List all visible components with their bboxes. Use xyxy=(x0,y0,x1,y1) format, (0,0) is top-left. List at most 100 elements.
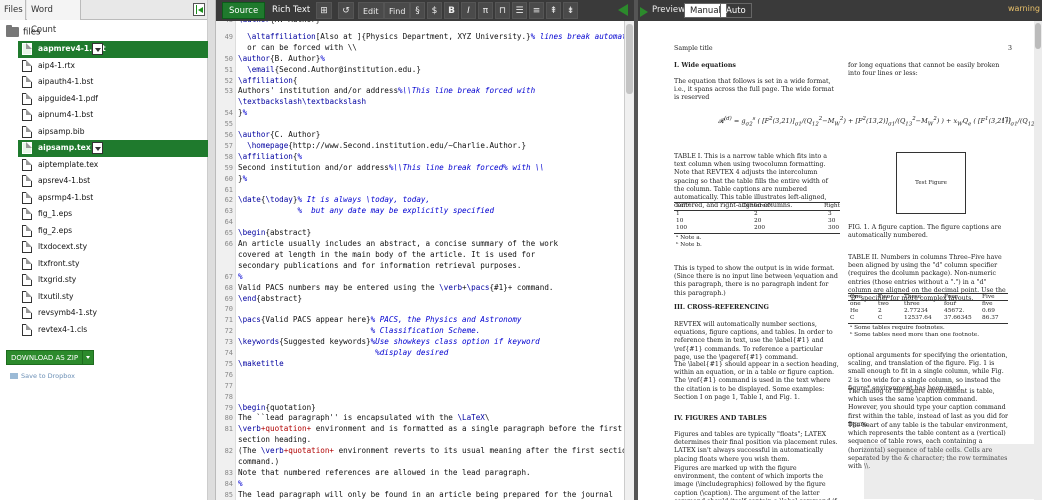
file-item[interactable]: apsrev4-1.bst xyxy=(18,173,208,190)
code-line[interactable]: 71 \pacs{Valid PACS appear here}% PACS, t… xyxy=(216,315,634,326)
code-line[interactable]: 62 \date{\today}% It is always \today, to… xyxy=(216,195,634,206)
code-line[interactable]: 73 \keywords{Suggested keywords}%Use show… xyxy=(216,337,634,348)
file-item[interactable]: revtex4-1.cls xyxy=(18,322,208,339)
table-2-cell: four xyxy=(944,301,957,307)
code-line[interactable]: \textbackslash\textbackslash xyxy=(216,97,634,108)
collapse-panel-icon[interactable] xyxy=(193,3,205,16)
code-line[interactable]: 66 An article usually includes an abstrac… xyxy=(216,239,634,250)
code-line[interactable]: 56 \author{C. Author} xyxy=(216,130,634,141)
panel-divider[interactable] xyxy=(208,0,216,500)
line-number: 63 xyxy=(224,207,233,216)
file-item[interactable]: ltxutil.sty xyxy=(18,289,208,306)
file-item[interactable]: aipsamp.bib xyxy=(18,124,208,141)
code-line[interactable]: 50 \author{B. Author}% xyxy=(216,54,634,65)
code-line[interactable]: 60}% xyxy=(216,174,634,185)
code-line[interactable]: 57 \homepage{http://www.Second.instituti… xyxy=(216,141,634,152)
code-line[interactable]: 54}% xyxy=(216,108,634,119)
code-line[interactable]: covered at length in the main body of th… xyxy=(216,250,634,261)
files-root-folder[interactable]: files xyxy=(6,25,40,39)
file-item[interactable]: aipnum4-1.bst xyxy=(18,107,208,124)
save-to-dropbox-link[interactable]: Save to Dropbox xyxy=(10,372,75,380)
symbol-button[interactable]: π xyxy=(478,2,493,19)
file-item[interactable]: ltxfront.sty xyxy=(18,256,208,273)
code-area[interactable]: 48 \author{A. Author} 49 \altaffiliation[A… xyxy=(216,21,634,500)
file-item[interactable]: revsymb4-1.sty xyxy=(18,305,208,322)
bold-button[interactable]: B xyxy=(444,2,459,19)
code-line[interactable]: 65 \begin{abstract} xyxy=(216,228,634,239)
file-menu-icon[interactable] xyxy=(92,43,103,55)
file-item[interactable]: fig_2.eps xyxy=(18,223,208,240)
pdf-scrollbar[interactable] xyxy=(1034,21,1042,500)
code-line[interactable]: 82 (The \verb+quotation+ environment reve… xyxy=(216,446,634,457)
code-line[interactable]: 79 \begin{quotation} xyxy=(216,403,634,414)
code-line[interactable]: 68 Valid PACS numbers may be entered usin… xyxy=(216,283,634,294)
auto-toggle[interactable]: Auto xyxy=(720,3,752,18)
file-item[interactable]: apsrmp4-1.bst xyxy=(18,190,208,207)
bullet-list-icon[interactable]: ≡ xyxy=(529,2,544,19)
code-line[interactable]: 75 \maketitle xyxy=(216,359,634,370)
collapse-icon[interactable]: ⇞ xyxy=(546,2,561,19)
code-line[interactable]: 58 \affiliation{% xyxy=(216,152,634,163)
code-line[interactable]: 70 xyxy=(216,304,634,315)
left-arrow-icon[interactable] xyxy=(618,4,628,16)
code-line[interactable]: 55 xyxy=(216,119,634,130)
file-item[interactable]: aipguide4-1.pdf xyxy=(18,91,208,108)
code-line[interactable]: 85 The lead paragraph will only be found … xyxy=(216,490,634,500)
file-menu-icon[interactable] xyxy=(92,142,103,154)
file-item[interactable]: aapmrev4-1.bst xyxy=(18,41,208,58)
table-2-cell: 12537.64 xyxy=(904,315,932,321)
expand-icon[interactable]: ⇟ xyxy=(563,2,578,19)
code-line[interactable]: 72 % Classification Scheme. xyxy=(216,326,634,337)
code-line[interactable]: 80 The ``lead paragraph'' is encapsulated… xyxy=(216,413,634,424)
environment-button[interactable]: ⊓ xyxy=(495,2,510,19)
code-line[interactable]: 51 \email{Second.Author@institution.edu.… xyxy=(216,65,634,76)
code-line[interactable]: 61 xyxy=(216,185,634,196)
code-line[interactable]: 53 Authors' institution and/or address%\\… xyxy=(216,86,634,97)
insert-figure-icon[interactable]: ⊞ xyxy=(316,2,332,19)
file-item[interactable]: aipsamp.tex xyxy=(18,140,208,157)
file-item[interactable]: aipauth4-1.bst xyxy=(18,74,208,91)
download-zip-button[interactable]: DOWNLOAD AS ZIP xyxy=(6,350,94,365)
math-button[interactable]: $ xyxy=(427,2,442,19)
code-line[interactable]: 63 % but any date may be explicitly spec… xyxy=(216,206,634,217)
code-line[interactable]: 78 xyxy=(216,392,634,403)
code-line[interactable]: 77 xyxy=(216,381,634,392)
tab-files[interactable]: Files xyxy=(0,0,26,20)
tab-source[interactable]: Source xyxy=(222,2,266,19)
file-item[interactable]: ltxdocext.sty xyxy=(18,239,208,256)
find-button[interactable]: Find xyxy=(384,2,411,19)
code-line[interactable]: 84% xyxy=(216,479,634,490)
code-line[interactable]: or can be forced with \\ xyxy=(216,43,634,54)
preview-button[interactable]: Preview xyxy=(638,3,685,18)
code-line[interactable]: 52 \affiliation{ xyxy=(216,76,634,87)
history-icon[interactable]: ↺ xyxy=(338,2,354,19)
pdf-scroll-thumb[interactable] xyxy=(1035,23,1041,49)
warning-label[interactable]: warning xyxy=(1008,4,1040,13)
code-line[interactable]: 81 \verb+quotation+ environment and is fo… xyxy=(216,424,634,435)
code-line[interactable]: command.) xyxy=(216,457,634,468)
code-line[interactable]: 83 Note that numbered references are allo… xyxy=(216,468,634,479)
file-item[interactable]: aiptemplate.tex xyxy=(18,157,208,174)
tab-rich-text[interactable]: Rich Text xyxy=(266,2,316,19)
code-line[interactable]: 64 xyxy=(216,217,634,228)
italic-button[interactable]: I xyxy=(461,2,476,19)
code-line[interactable]: 74 %display desired xyxy=(216,348,634,359)
code-line[interactable]: 76 xyxy=(216,370,634,381)
code-line[interactable]: secondary publications and for informati… xyxy=(216,261,634,272)
code-line[interactable]: section heading. xyxy=(216,435,634,446)
numbered-list-icon[interactable]: ☰ xyxy=(512,2,527,19)
code-line[interactable]: 59 Second institution and/or address%\\Th… xyxy=(216,163,634,174)
editor-scrollbar[interactable] xyxy=(624,21,634,500)
tab-word-count[interactable]: Word Count xyxy=(27,0,81,35)
code-line[interactable]: 69 \end{abstract} xyxy=(216,294,634,305)
editor-scroll-thumb[interactable] xyxy=(626,24,633,94)
code-line[interactable]: 67% xyxy=(216,272,634,283)
section-button[interactable]: § xyxy=(410,2,425,19)
code-line[interactable]: 48 \author{A. Author} xyxy=(216,21,634,26)
edit-button[interactable]: Edit xyxy=(358,2,384,19)
file-item[interactable]: aip4-1.rtx xyxy=(18,58,208,75)
code-line[interactable]: 49 \altaffiliation[Also at ]{Physics Dep… xyxy=(216,32,634,43)
file-item[interactable]: fig_1.eps xyxy=(18,206,208,223)
download-dropdown-icon[interactable] xyxy=(82,351,93,364)
file-item[interactable]: ltxgrid.sty xyxy=(18,272,208,289)
